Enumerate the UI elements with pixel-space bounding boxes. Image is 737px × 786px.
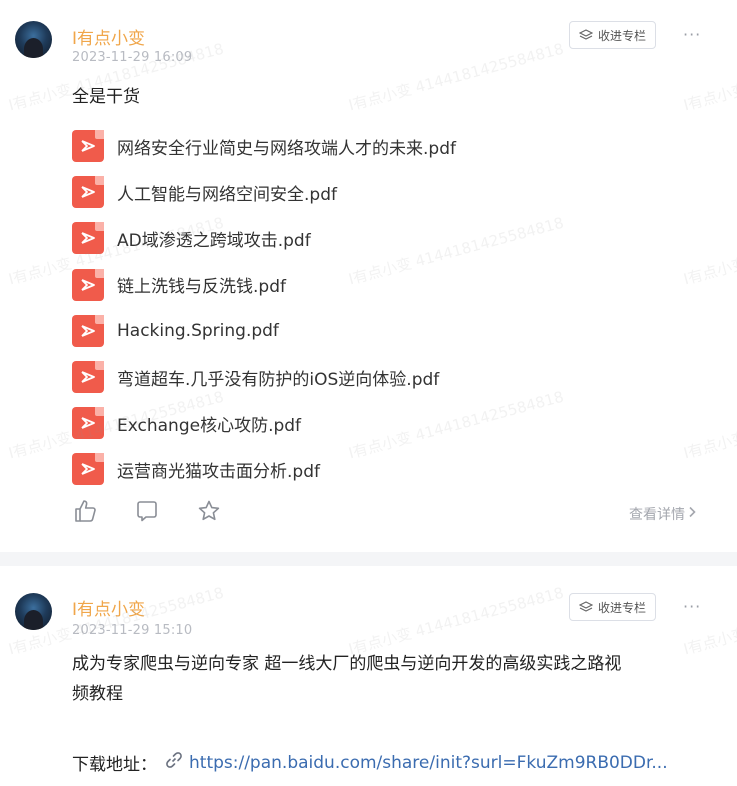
post-text-line: 成为专家爬虫与逆向专家 超一线大厂的爬虫与逆向开发的高级实践之路视: [72, 654, 622, 674]
download-row: 下载地址： https://pan.baidu.com/share/init?s…: [72, 750, 668, 775]
star-icon[interactable]: [196, 498, 222, 524]
file-item[interactable]: 运营商光猫攻击面分析.pdf: [72, 446, 456, 492]
pdf-icon: [72, 361, 104, 394]
file-item[interactable]: 网络安全行业简史与网络攻端人才的未来.pdf: [72, 123, 456, 169]
post-separator: [0, 552, 737, 566]
link-icon: [165, 751, 183, 774]
post-time: 2023-11-29 15:10: [72, 623, 193, 638]
layers-icon: [578, 29, 593, 41]
post-time: 2023-11-29 16:09: [72, 50, 193, 65]
file-item[interactable]: Exchange核心攻防.pdf: [72, 400, 456, 446]
more-options-button[interactable]: ···: [683, 25, 701, 44]
pdf-icon: [72, 130, 104, 163]
author-name[interactable]: I有点小变: [72, 595, 145, 620]
view-details-label: 查看详情: [629, 507, 685, 523]
pdf-icon: [72, 453, 104, 486]
file-item[interactable]: 人工智能与网络空间安全.pdf: [72, 169, 456, 215]
file-list: 网络安全行业简史与网络攻端人才的未来.pdf 人工智能与网络空间安全.pdf A…: [72, 123, 456, 493]
post-card: I有点小变 2023-11-29 16:09 收进专栏 ··· 全是干货 网络安…: [0, 0, 737, 552]
collect-label: 收进专栏: [597, 28, 646, 43]
chevron-right-icon: [688, 506, 696, 522]
comment-icon[interactable]: [134, 498, 160, 524]
collect-to-column-button[interactable]: 收进专栏: [569, 593, 656, 621]
pdf-icon: [72, 222, 104, 255]
view-details-link[interactable]: 查看详情: [629, 504, 696, 524]
avatar[interactable]: [15, 21, 52, 58]
file-name: AD域渗透之跨域攻击.pdf: [117, 230, 311, 251]
post-actions: [72, 498, 222, 524]
collect-label: 收进专栏: [597, 600, 646, 615]
pdf-icon: [72, 268, 104, 301]
post-text: 成为专家爬虫与逆向专家 超一线大厂的爬虫与逆向开发的高级实践之路视 频教程: [72, 649, 621, 709]
avatar[interactable]: [15, 593, 52, 630]
file-item[interactable]: 链上洗钱与反洗钱.pdf: [72, 262, 456, 308]
more-options-button[interactable]: ···: [683, 597, 701, 616]
file-name: 弯道超车.几乎没有防护的iOS逆向体验.pdf: [117, 369, 440, 390]
pdf-icon: [72, 176, 104, 209]
file-item[interactable]: Hacking.Spring.pdf: [72, 308, 456, 354]
file-item[interactable]: 弯道超车.几乎没有防护的iOS逆向体验.pdf: [72, 354, 456, 400]
file-name: 网络安全行业简史与网络攻端人才的未来.pdf: [117, 138, 456, 159]
file-name: Exchange核心攻防.pdf: [117, 415, 302, 436]
post-text: 全是干货: [72, 87, 140, 107]
file-name: 链上洗钱与反洗钱.pdf: [117, 277, 286, 298]
collect-to-column-button[interactable]: 收进专栏: [569, 21, 656, 49]
file-name: Hacking.Spring.pdf: [117, 320, 279, 341]
pdf-icon: [72, 407, 104, 440]
author-name[interactable]: I有点小变: [72, 24, 145, 49]
file-name: 运营商光猫攻击面分析.pdf: [117, 461, 320, 482]
layers-icon: [578, 601, 593, 613]
download-link[interactable]: https://pan.baidu.com/share/init?surl=Fk…: [189, 753, 668, 773]
file-name: 人工智能与网络空间安全.pdf: [117, 184, 337, 205]
pdf-icon: [72, 314, 104, 347]
file-item[interactable]: AD域渗透之跨域攻击.pdf: [72, 215, 456, 261]
download-label: 下载地址：: [72, 755, 157, 775]
post-text-line: 频教程: [72, 684, 123, 704]
thumbs-up-icon[interactable]: [72, 498, 98, 524]
